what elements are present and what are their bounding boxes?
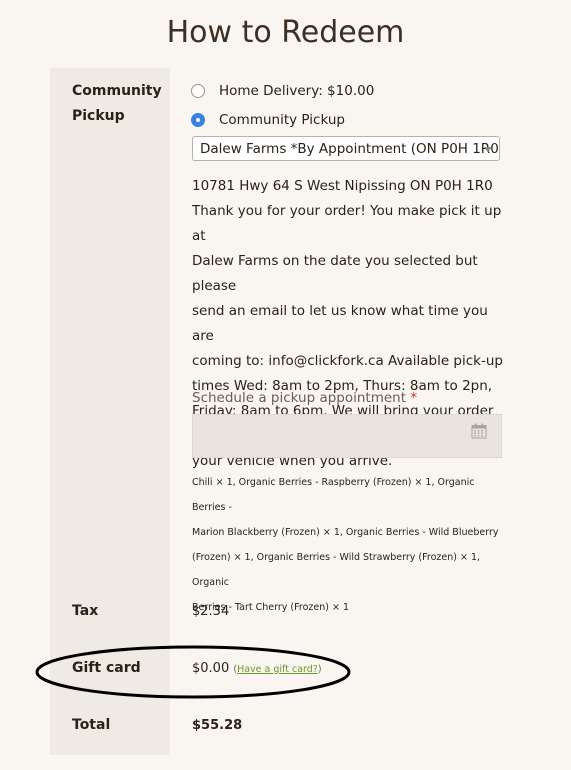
community-pickup-label[interactable]: Community Pickup xyxy=(219,112,345,128)
tax-value: $2.34 xyxy=(192,604,230,619)
home-delivery-label[interactable]: Home Delivery: $10.00 xyxy=(219,83,374,99)
shipping-option-home-delivery[interactable]: Home Delivery: $10.00 xyxy=(191,81,374,101)
highlight-ellipse-annotation xyxy=(35,645,351,699)
schedule-label-text: Schedule a pickup appointment xyxy=(192,390,407,406)
tax-label: Tax xyxy=(72,603,99,619)
pickup-info-line: 10781 Hwy 64 S West Nipissing ON P0H 1R0 xyxy=(192,178,493,194)
pickup-info-line: coming to: info@clickfork.ca Available p… xyxy=(192,353,503,369)
shipping-option-community-pickup[interactable]: Community Pickup xyxy=(191,110,345,130)
shipping-label: Community Pickup xyxy=(72,79,162,129)
order-items-line: Marion Blackberry (Frozen) × 1, Organic … xyxy=(192,527,499,538)
order-items-line: Berries - Tart Cherry (Frozen) × 1 xyxy=(192,602,349,613)
pickup-info-line: Thank you for your order! You make pick … xyxy=(192,203,502,244)
pickup-location-select[interactable]: Dalew Farms *By Appointment (ON P0H 1R0) xyxy=(192,136,500,161)
calendar-icon[interactable] xyxy=(471,423,487,439)
shipping-label-line2: Pickup xyxy=(72,108,125,124)
total-value: $55.28 xyxy=(192,718,243,733)
pickup-info-line: send an email to let us know what time y… xyxy=(192,303,488,344)
page-title: How to Redeem xyxy=(166,15,405,50)
order-items-line: Chili × 1, Organic Berries - Raspberry (… xyxy=(192,477,475,513)
total-label: Total xyxy=(72,717,111,733)
home-delivery-radio[interactable] xyxy=(191,84,205,98)
pickup-date-input[interactable] xyxy=(192,414,502,458)
community-pickup-radio[interactable] xyxy=(191,113,205,127)
order-items: Chili × 1, Organic Berries - Raspberry (… xyxy=(192,470,507,620)
order-items-line: (Frozen) × 1, Organic Berries - Wild Str… xyxy=(192,552,481,588)
pickup-location-selected: Dalew Farms *By Appointment (ON P0H 1R0) xyxy=(200,140,500,157)
chevron-down-icon xyxy=(484,147,492,152)
pickup-info-line: Dalew Farms on the date you selected but… xyxy=(192,253,478,294)
shipping-label-line1: Community xyxy=(72,83,162,99)
schedule-label: Schedule a pickup appointment * xyxy=(192,390,417,406)
required-mark: * xyxy=(410,390,418,406)
